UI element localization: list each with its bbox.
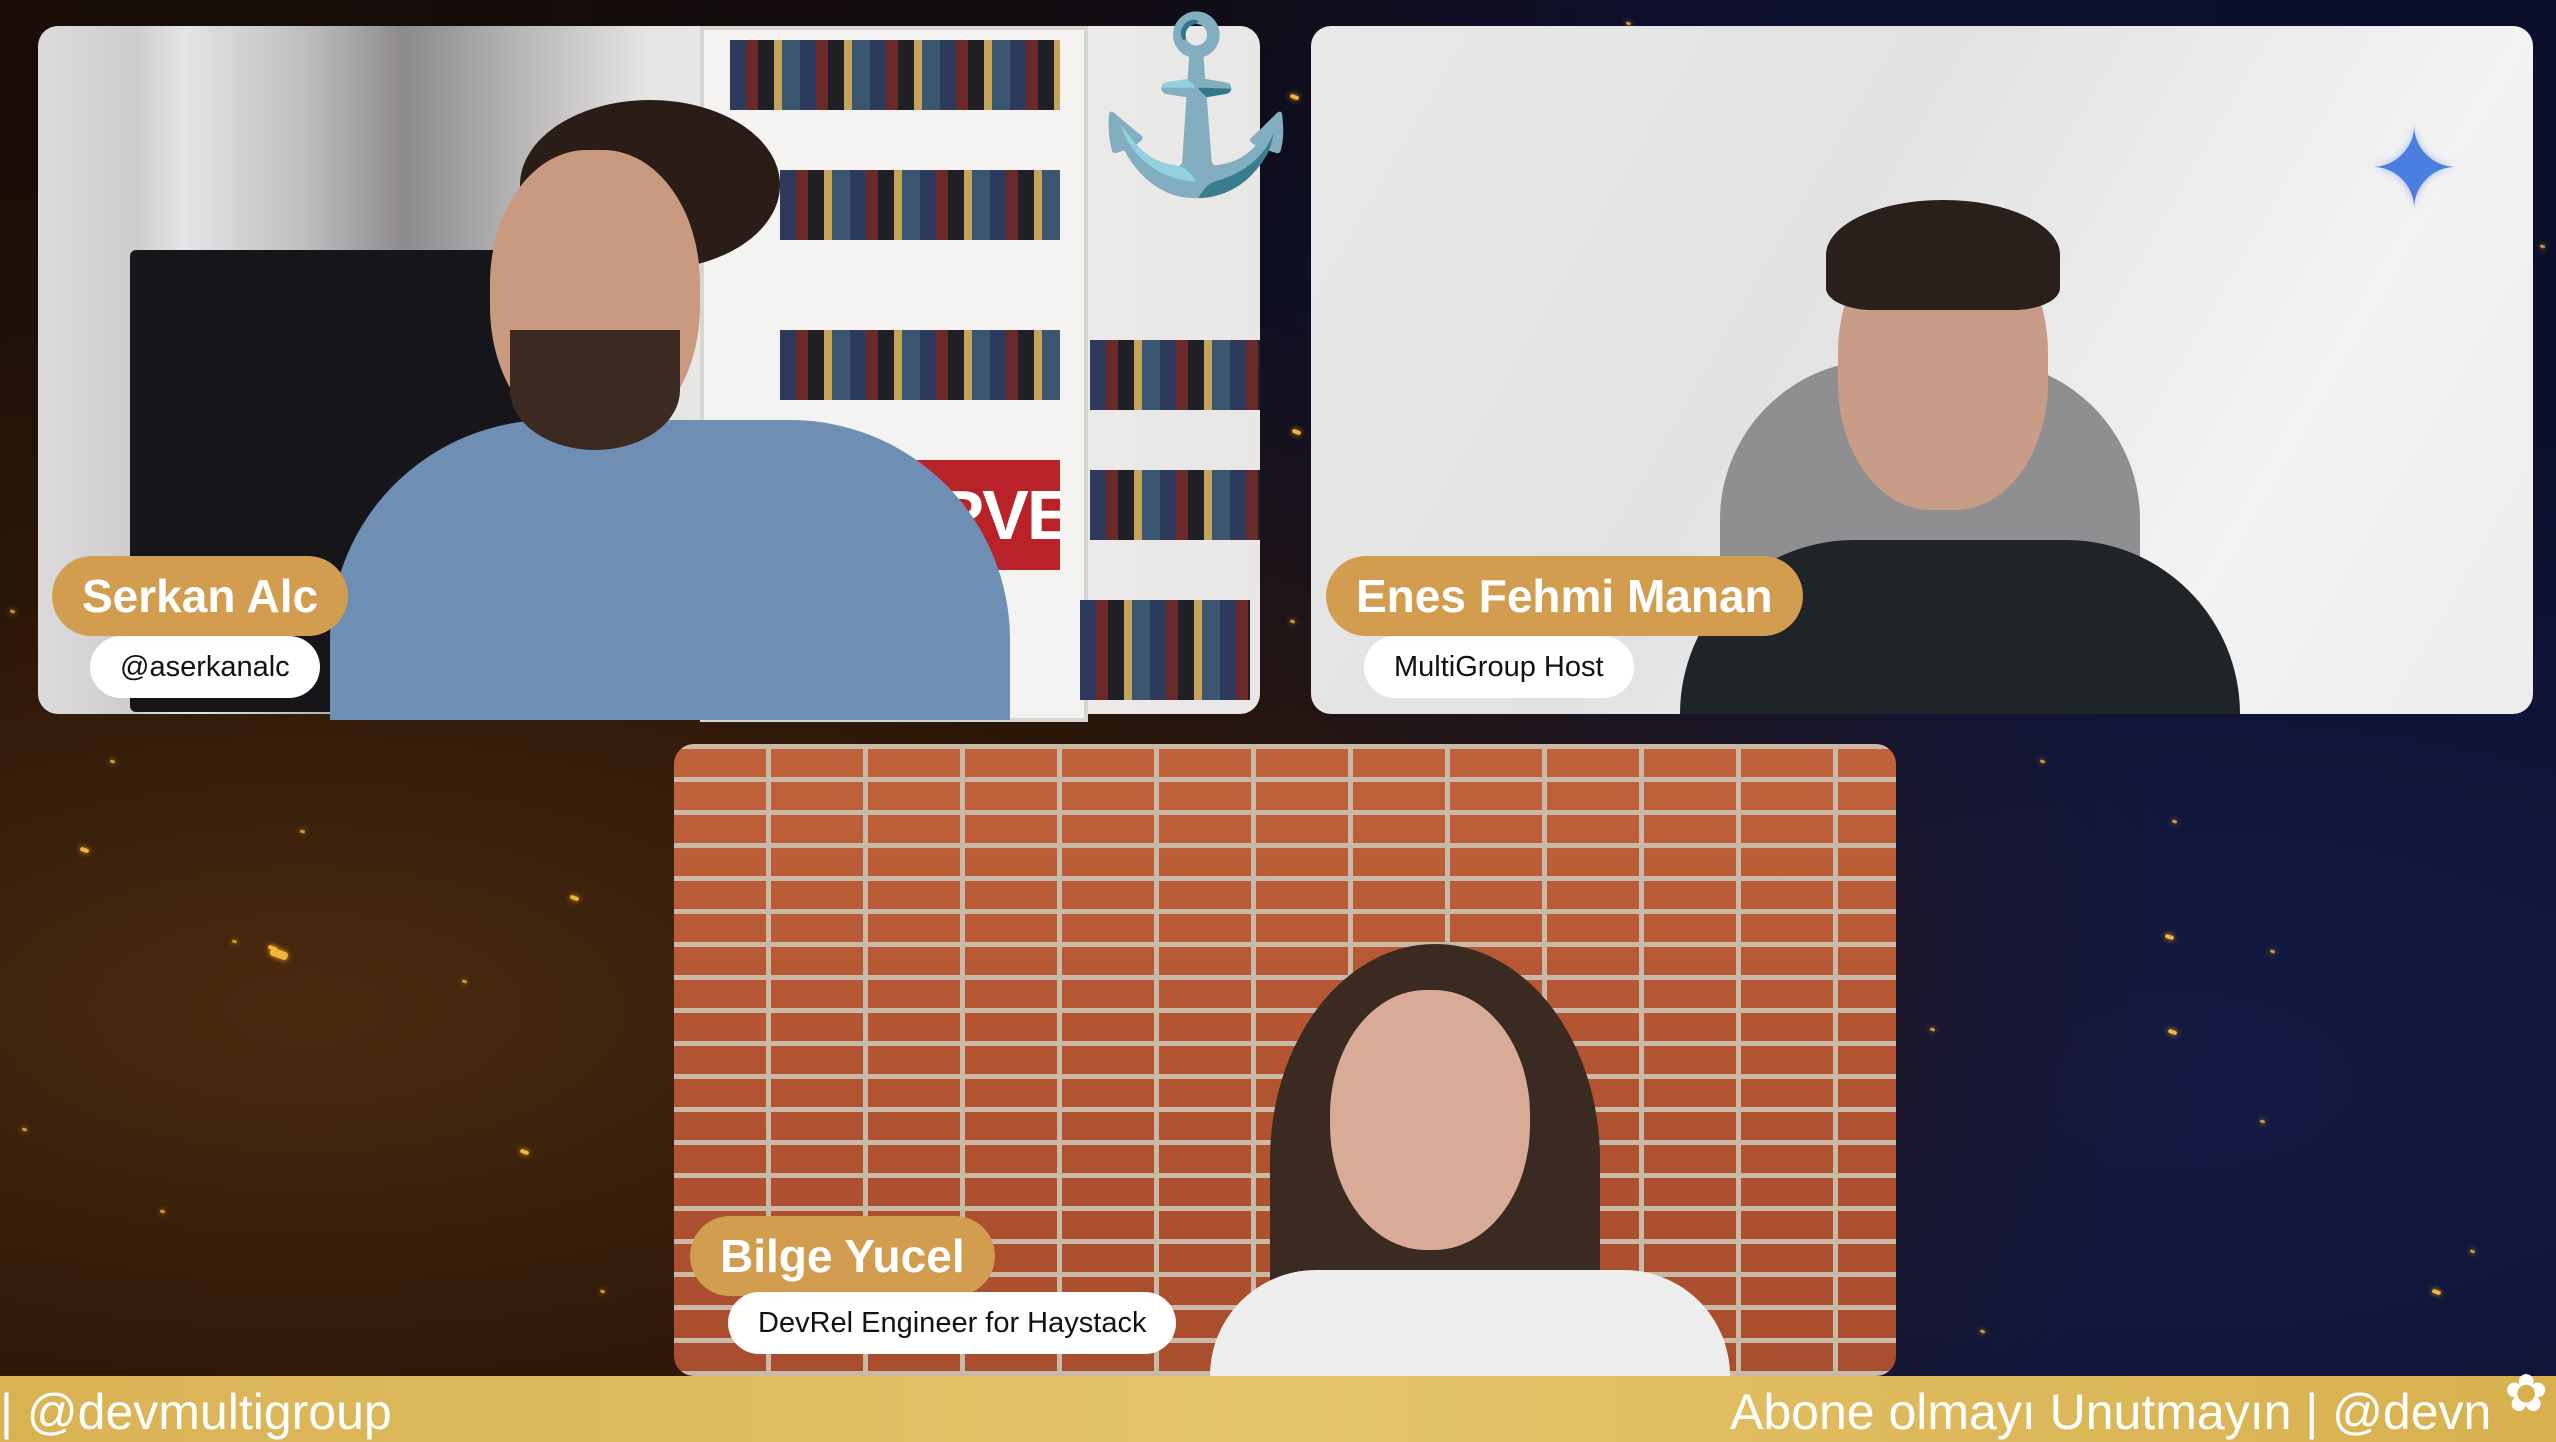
spark (2039, 759, 2046, 764)
spark (519, 1148, 530, 1156)
spark (2269, 949, 2276, 954)
spark (299, 829, 306, 834)
gear-icon[interactable]: ✿ (2504, 1368, 2548, 1420)
participant-name: Bilge Yucel (690, 1216, 995, 1296)
participant-name: Serkan Alc (52, 556, 349, 636)
spark (79, 846, 90, 854)
book-row (780, 330, 1060, 400)
ticker-bar: | @devmultigroup Abone olmayı Unutmayın … (0, 1376, 2556, 1442)
participant-body (1210, 1270, 1730, 1376)
spark (569, 894, 580, 902)
ship-anchor-decal: ⚓ (1090, 10, 1302, 200)
book-row (780, 170, 1060, 240)
book-row (1080, 600, 1250, 700)
spark (269, 947, 289, 961)
spark (2259, 1119, 2266, 1124)
participant-role: DevRel Engineer for Haystack (728, 1292, 1177, 1354)
spark (2167, 1028, 2178, 1036)
spark (2539, 244, 2546, 249)
book-row (730, 40, 1060, 110)
spark (2171, 819, 2178, 824)
spark (599, 1289, 606, 1294)
participant-handle: @aserkanalc (90, 636, 320, 698)
spark (1291, 428, 1302, 436)
participant-beard (510, 330, 680, 450)
book-row (1090, 340, 1260, 410)
spark (2164, 933, 2175, 941)
ticker-left-text: | @devmultigroup (0, 1384, 392, 1440)
participant-body (330, 420, 1010, 720)
spark (21, 1127, 28, 1132)
spark (9, 609, 16, 614)
spark (159, 1209, 166, 1214)
spark (2469, 1249, 2476, 1254)
book-row (1090, 470, 1260, 540)
spark (1289, 619, 1296, 624)
spark (1929, 1027, 1936, 1032)
spark (2431, 1288, 2442, 1296)
spark (461, 979, 468, 984)
participant-face (1330, 990, 1530, 1250)
spark (1979, 1329, 1986, 1334)
spark (231, 939, 238, 944)
participant-role: MultiGroup Host (1364, 636, 1634, 698)
spark (109, 759, 116, 764)
sparkle-icon: ✦ (2368, 108, 2461, 231)
participant-name: Enes Fehmi Manan (1326, 556, 1803, 636)
participant-hair (1826, 200, 2060, 310)
ticker-right-text: Abone olmayı Unutmayın | @devn (1730, 1384, 2492, 1440)
